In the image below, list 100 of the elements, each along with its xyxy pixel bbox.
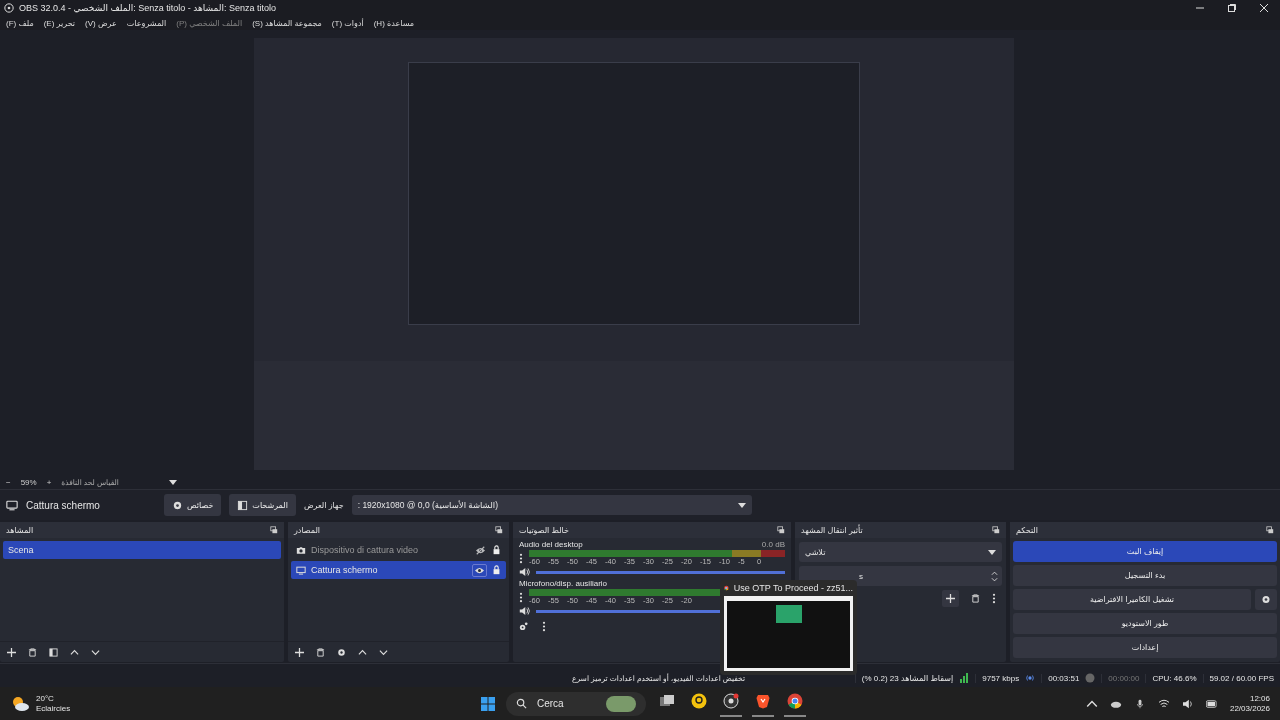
- app-logo-icon: [4, 3, 14, 13]
- display-label: جهاز العرض: [303, 500, 344, 510]
- lock-icon[interactable]: [492, 565, 501, 575]
- menu-item[interactable]: المشروعات: [126, 18, 167, 28]
- caret-icon: [988, 549, 996, 555]
- menu-item[interactable]: ملف (F): [6, 18, 34, 28]
- round-app-icon[interactable]: [691, 692, 707, 709]
- volume-slider[interactable]: [536, 570, 785, 574]
- trash-icon[interactable]: [316, 647, 325, 657]
- properties-button[interactable]: خصائص: [164, 494, 222, 516]
- maximize-icon[interactable]: [1228, 4, 1236, 12]
- bitrate: 9757 kbps: [975, 674, 1020, 683]
- control-button[interactable]: إعدادات: [1013, 637, 1277, 658]
- zoom-out-button[interactable]: −: [6, 477, 11, 487]
- stream-time: 00:03:51: [1041, 674, 1080, 683]
- caret-icon[interactable]: [168, 479, 177, 485]
- fps-counter: 59.02 / 60.00 FPS: [1202, 674, 1274, 683]
- add-button[interactable]: [942, 590, 959, 607]
- cpu-usage: CPU: 46.6%: [1145, 674, 1197, 683]
- panel-title: التحكم: [1016, 525, 1038, 535]
- eye-slash-icon[interactable]: [474, 544, 487, 556]
- add-icon[interactable]: [7, 647, 16, 657]
- record-icon: [1085, 673, 1096, 683]
- filters-button[interactable]: المرشحات: [229, 494, 296, 516]
- menu-item[interactable]: مجموعة المشاهد (S): [252, 18, 322, 28]
- control-button[interactable]: إيقاف البث: [1013, 541, 1277, 562]
- panel-title: خالط الصوتيات: [519, 525, 569, 535]
- battery-icon[interactable]: [1205, 698, 1218, 709]
- filter-icon[interactable]: [49, 647, 58, 657]
- chevron-up-icon[interactable]: [1085, 698, 1098, 709]
- selected-source-name: Cattura schermo: [26, 499, 101, 511]
- trash-icon[interactable]: [28, 647, 37, 657]
- record-time: 00:00:00: [1101, 674, 1140, 683]
- temperature: 20°C: [36, 693, 55, 704]
- browser-logo-icon: [724, 583, 729, 593]
- eye-icon[interactable]: [472, 563, 487, 577]
- duration-field[interactable]: s: [799, 566, 1002, 586]
- undock-icon[interactable]: [992, 526, 1000, 534]
- speaker-icon[interactable]: [1181, 698, 1194, 709]
- menu-item[interactable]: تحرير (E): [43, 18, 76, 28]
- settings-icon[interactable]: [337, 647, 346, 657]
- window-preview-popup[interactable]: Use OTP To Proceed - zz51...: [720, 580, 857, 675]
- channel-name: Microfono/disp. ausiliario: [519, 579, 608, 588]
- ring-app-icon[interactable]: [723, 692, 739, 709]
- speaker-icon[interactable]: [519, 567, 530, 577]
- more-options-icon[interactable]: [519, 552, 523, 564]
- undock-icon[interactable]: [270, 526, 278, 534]
- gear-icon: [1261, 594, 1271, 605]
- scene-item[interactable]: Scena: [3, 541, 281, 559]
- close-icon[interactable]: [1260, 4, 1268, 12]
- menu-item[interactable]: أدوات (T): [331, 18, 364, 28]
- browser-logo-icon[interactable]: [787, 692, 803, 709]
- clock-date[interactable]: 22/03/2026: [1229, 703, 1270, 714]
- control-button[interactable]: طور الاستوديو: [1013, 613, 1277, 634]
- panel-title: تأثير انتقال المشهد: [801, 525, 863, 535]
- transition-select[interactable]: تلاشي: [799, 542, 1002, 562]
- panel-title: المصادر: [294, 525, 321, 535]
- control-button[interactable]: تشغيل الكاميرا الافتراضية: [1013, 589, 1251, 610]
- menu-item[interactable]: مساعدة (H): [373, 18, 415, 28]
- add-icon: [946, 594, 955, 603]
- settings-button[interactable]: [1255, 589, 1277, 610]
- undock-icon[interactable]: [1266, 526, 1274, 534]
- panel-title: المشاهد: [6, 525, 34, 535]
- source-item[interactable]: Cattura schermo: [291, 561, 506, 579]
- shield-app-icon[interactable]: [755, 692, 771, 709]
- control-button[interactable]: بدء التسجيل: [1013, 565, 1277, 586]
- minimize-icon[interactable]: [1196, 4, 1204, 12]
- up-chevron-icon[interactable]: [70, 647, 79, 657]
- window-stack-icon[interactable]: [659, 692, 675, 709]
- display-select[interactable]: : 1920x1080 @ 0,0 (الشاشة الأساسية): [351, 495, 752, 515]
- zoom-in-button[interactable]: +: [46, 477, 52, 487]
- window-title: OBS 32.0.4 - الملف الشخصي: Senza titolo - المشاهد: Senza titolo: [19, 3, 277, 13]
- channel-name: Audio del desktop: [519, 540, 583, 549]
- taskbar-search[interactable]: Cerca: [506, 691, 646, 716]
- popup-title: Use OTP To Proceed - zz51...: [733, 583, 853, 593]
- settings-icon[interactable]: [519, 622, 528, 631]
- spinner-arrows-icon[interactable]: [991, 570, 998, 582]
- source-item[interactable]: Dispositivo di cattura video: [291, 541, 506, 559]
- down-chevron-icon[interactable]: [379, 647, 388, 657]
- up-chevron-icon[interactable]: [358, 647, 367, 657]
- signal-bars-icon: [959, 673, 970, 683]
- undock-icon[interactable]: [777, 526, 785, 534]
- start-icon[interactable]: [480, 695, 496, 712]
- search-icon: [516, 698, 527, 709]
- trash-icon[interactable]: [971, 594, 980, 603]
- camera-icon: [296, 545, 306, 555]
- monitor-icon: [6, 499, 18, 511]
- wifi-icon[interactable]: [1157, 698, 1170, 709]
- speaker-icon[interactable]: [519, 606, 530, 616]
- more-options-icon[interactable]: [519, 591, 523, 603]
- lock-icon[interactable]: [492, 545, 501, 555]
- add-icon[interactable]: [295, 647, 304, 657]
- clock-time[interactable]: 12:06: [1249, 693, 1270, 704]
- menu-item[interactable]: عرض (V): [85, 18, 117, 28]
- broadcast-icon: [1025, 673, 1036, 683]
- source-name: Dispositivo di cattura video: [311, 545, 420, 555]
- undock-icon[interactable]: [495, 526, 503, 534]
- more-options-icon[interactable]: [542, 621, 546, 632]
- more-options-icon[interactable]: [992, 593, 996, 604]
- down-chevron-icon[interactable]: [91, 647, 100, 657]
